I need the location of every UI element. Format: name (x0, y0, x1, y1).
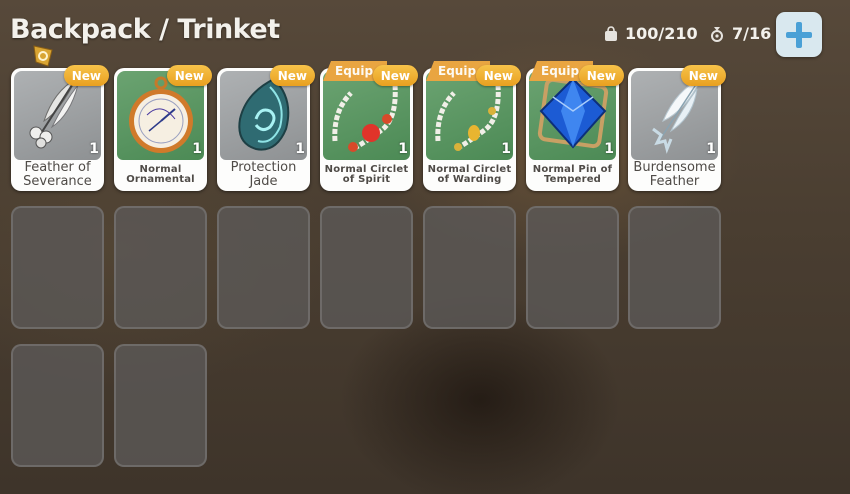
equipped-stat: 7/16 (708, 24, 771, 43)
empty-slot[interactable] (628, 206, 721, 329)
bag-icon (605, 25, 617, 41)
item-count: 1 (89, 141, 99, 157)
item-count: 1 (295, 141, 305, 157)
capacity-text: 100/210 (625, 24, 698, 43)
new-badge: New (63, 65, 109, 86)
item-slot[interactable]: New 1 Feather of Severance (11, 65, 109, 191)
item-count: 1 (501, 141, 511, 157)
new-badge: New (269, 65, 315, 86)
empty-slot[interactable] (320, 206, 413, 329)
item-slot[interactable]: New 1 Normal Ornamental (114, 65, 212, 191)
empty-slot[interactable] (114, 344, 207, 467)
category-emblem-icon (33, 45, 53, 67)
empty-slot[interactable] (423, 206, 516, 329)
item-slot[interactable]: Equip New 1 Normal Circlet of Spirit (320, 61, 418, 191)
capacity-stat: 100/210 (603, 24, 698, 43)
empty-slot[interactable] (526, 206, 619, 329)
item-name: Normal Circlet of Spirit (324, 163, 409, 185)
new-badge: New (372, 65, 418, 86)
empty-slot[interactable] (11, 344, 104, 467)
empty-slot[interactable] (217, 206, 310, 329)
item-slot[interactable]: New 1 Burdensome Feather (628, 65, 726, 191)
empty-slot[interactable] (11, 206, 104, 329)
item-slot[interactable]: Equip New 1 Normal Circlet of Warding (423, 61, 521, 191)
empty-slot[interactable] (114, 206, 207, 329)
new-badge: New (578, 65, 624, 86)
new-badge: New (680, 65, 726, 86)
trinket-icon (711, 26, 723, 42)
item-name: Normal Pin of Tempered (532, 163, 613, 185)
page-title: Backpack / Trinket (10, 14, 280, 45)
item-count: 1 (604, 141, 614, 157)
equipped-text: 7/16 (732, 24, 772, 43)
item-slot[interactable]: New 1 Protection Jade (217, 65, 315, 191)
item-name: Normal Ornamental (126, 163, 195, 185)
new-badge: New (475, 65, 521, 86)
item-name: Burdensome Feather (633, 160, 716, 189)
item-count: 1 (706, 141, 716, 157)
item-count: 1 (192, 141, 202, 157)
item-name: Normal Circlet of Warding (427, 163, 512, 185)
new-badge: New (166, 65, 212, 86)
item-slot[interactable]: Equip New 1 Normal Pin of Tempered (526, 61, 624, 191)
item-name: Protection Jade (230, 160, 297, 189)
item-name: Feather of Severance (23, 160, 92, 189)
plus-icon (786, 21, 812, 48)
item-count: 1 (398, 141, 408, 157)
add-button[interactable] (776, 12, 822, 57)
